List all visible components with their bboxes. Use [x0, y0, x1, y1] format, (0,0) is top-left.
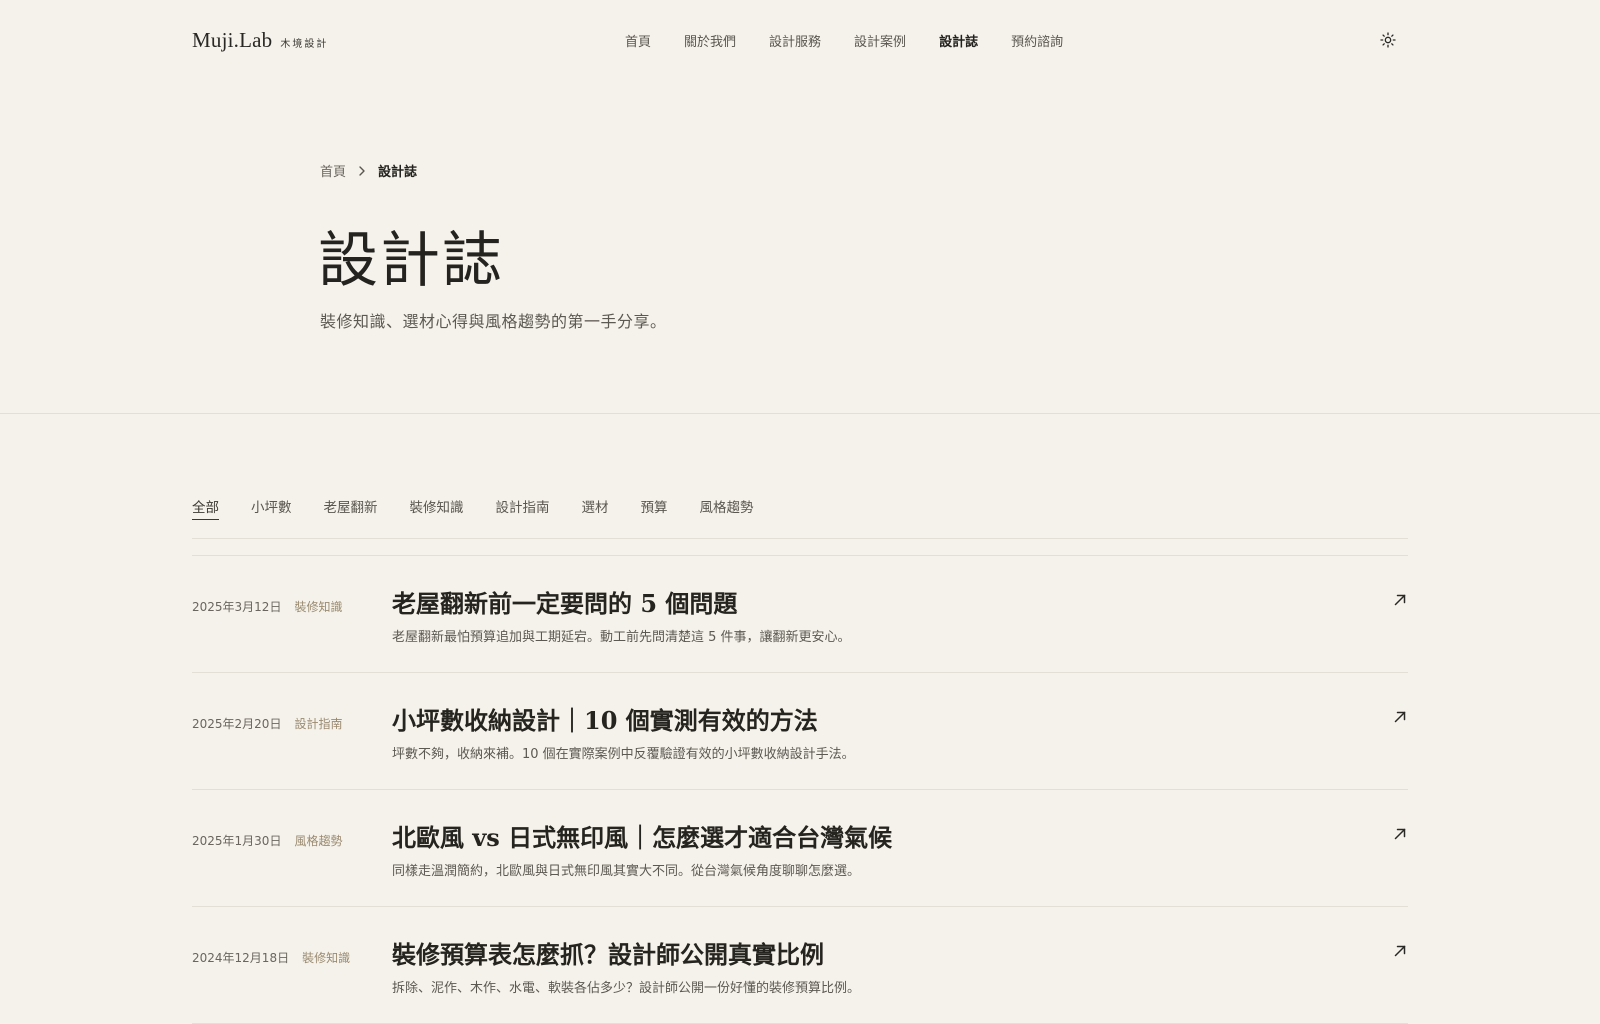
filters-divider — [192, 538, 1408, 539]
chevron-right-icon — [356, 165, 368, 177]
breadcrumb-current: 設計誌 — [378, 165, 418, 180]
article-title[interactable]: 北歐風 vs 日式無印風｜怎麼選才適合台灣氣候 — [392, 818, 892, 853]
nav-item-booking[interactable]: 預約諮詢 — [1011, 31, 1063, 50]
article-title[interactable]: 老屋翻新前一定要問的 5 個問題 — [392, 584, 737, 619]
sun-icon — [1380, 32, 1396, 48]
article-date: 2024年12月18日 — [192, 951, 290, 965]
arrow-up-right-icon[interactable] — [1392, 709, 1408, 725]
nav-item-journal[interactable]: 設計誌 — [939, 31, 978, 50]
article-meta: 2025年2月20日 設計指南 — [192, 715, 342, 732]
nav-item-services[interactable]: 設計服務 — [769, 31, 821, 50]
filter-small-space[interactable]: 小坪數 — [251, 496, 292, 520]
breadcrumb-home[interactable]: 首頁 — [320, 161, 346, 180]
theme-toggle-button[interactable] — [1377, 29, 1399, 51]
article-date: 2025年1月30日 — [192, 834, 282, 848]
site-header: Muji.Lab 木境設計 首頁 關於我們 設計服務 設計案例 設計誌 預約諮詢 — [0, 0, 1600, 80]
page-subtitle: 裝修知識、選材心得與風格趨勢的第一手分享。 — [320, 312, 667, 331]
article-excerpt: 拆除、泥作、木作、水電、軟裝各佔多少？設計師公開一份好懂的裝修預算比例。 — [392, 981, 861, 996]
arrow-up-right-icon[interactable] — [1392, 826, 1408, 842]
article-title[interactable]: 小坪數收納設計｜10 個實測有效的方法 — [392, 701, 818, 736]
main-nav: 首頁 關於我們 設計服務 設計案例 設計誌 預約諮詢 — [625, 31, 1063, 50]
filter-old-house-renovation[interactable]: 老屋翻新 — [324, 496, 378, 520]
article-row[interactable]: 2025年2月20日 設計指南 小坪數收納設計｜10 個實測有效的方法 坪數不夠… — [192, 673, 1408, 790]
article-row[interactable]: 2024年12月18日 裝修知識 裝修預算表怎麼抓？設計師公開真實比例 拆除、泥… — [192, 907, 1408, 1024]
article-date: 2025年3月12日 — [192, 600, 282, 614]
article-excerpt: 老屋翻新最怕預算追加與工期延宕。動工前先問清楚這 5 件事，讓翻新更安心。 — [392, 630, 851, 645]
article-excerpt: 同樣走溫潤簡約，北歐風與日式無印風其實大不同。從台灣氣候角度聊聊怎麼選。 — [392, 864, 861, 879]
breadcrumb: 首頁 設計誌 — [320, 161, 417, 180]
filter-budget[interactable]: 預算 — [641, 496, 668, 520]
filter-all[interactable]: 全部 — [192, 496, 219, 520]
article-title[interactable]: 裝修預算表怎麼抓？設計師公開真實比例 — [392, 935, 824, 970]
arrow-up-right-icon[interactable] — [1392, 943, 1408, 959]
logo-main-text: Muji.Lab — [192, 28, 273, 52]
article-list: 2025年3月12日 裝修知識 老屋翻新前一定要問的 5 個問題 老屋翻新最怕預… — [192, 556, 1408, 1024]
article-meta: 2025年3月12日 裝修知識 — [192, 598, 342, 615]
category-filters: 全部 小坪數 老屋翻新 裝修知識 設計指南 選材 預算 風格趨勢 — [192, 496, 754, 520]
article-tag: 裝修知識 — [302, 951, 351, 965]
hero-divider — [0, 413, 1600, 414]
arrow-up-right-icon[interactable] — [1392, 592, 1408, 608]
filter-materials[interactable]: 選材 — [582, 496, 609, 520]
article-date: 2025年2月20日 — [192, 717, 282, 731]
filter-renovation-knowledge[interactable]: 裝修知識 — [410, 496, 464, 520]
nav-item-cases[interactable]: 設計案例 — [854, 31, 906, 50]
article-excerpt: 坪數不夠，收納來補。10 個在實際案例中反覆驗證有效的小坪數收納設計手法。 — [392, 747, 855, 762]
article-row[interactable]: 2025年3月12日 裝修知識 老屋翻新前一定要問的 5 個問題 老屋翻新最怕預… — [192, 556, 1408, 673]
article-tag: 設計指南 — [294, 717, 343, 731]
page-title: 設計誌 — [318, 226, 504, 296]
nav-item-home[interactable]: 首頁 — [625, 31, 651, 50]
filter-style-trends[interactable]: 風格趨勢 — [700, 496, 754, 520]
article-meta: 2024年12月18日 裝修知識 — [192, 949, 350, 966]
article-meta: 2025年1月30日 風格趨勢 — [192, 832, 342, 849]
article-row[interactable]: 2025年1月30日 風格趨勢 北歐風 vs 日式無印風｜怎麼選才適合台灣氣候 … — [192, 790, 1408, 907]
logo[interactable]: Muji.Lab 木境設計 — [192, 28, 328, 53]
article-tag: 風格趨勢 — [294, 834, 343, 848]
filter-design-guide[interactable]: 設計指南 — [496, 496, 550, 520]
article-tag: 裝修知識 — [294, 600, 343, 614]
nav-item-about[interactable]: 關於我們 — [684, 31, 736, 50]
logo-sub-text: 木境設計 — [280, 39, 329, 50]
